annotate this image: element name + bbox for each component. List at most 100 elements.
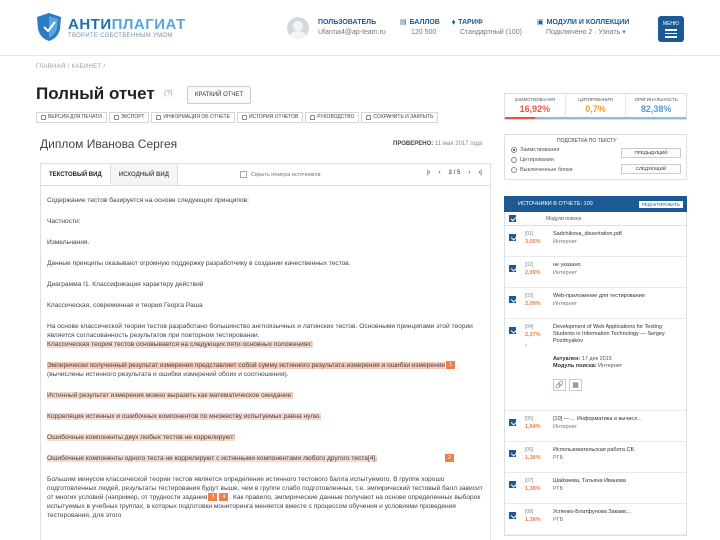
logo-name-light: ПЛАГИАТ <box>111 15 186 33</box>
stat-citations[interactable]: ЦИТИРОВАНИЯ 0,7% <box>566 94 627 117</box>
antiplagiat-logo[interactable]: АНТИПЛАГИАТ ТВОРИТЕ СОБСТВЕННЫМ УМОМ <box>36 12 186 42</box>
hide-source-numbers-label: Скрыть номера источников <box>250 171 321 178</box>
save-close-button[interactable]: СОХРАНИТЬ И ЗАКРЫТЬ <box>361 112 439 123</box>
borrowed-fragment[interactable]: Ошибочные компоненты двух любых тестов н… <box>47 434 236 441</box>
link-icon[interactable]: 🔗 <box>553 379 566 391</box>
guide-label: РУКОВОДСТВО <box>317 114 355 120</box>
source-id: [06] <box>525 447 534 453</box>
source-id: [08] <box>525 509 534 515</box>
source-checkbox[interactable] <box>509 481 516 488</box>
last-page-button[interactable]: ›| <box>478 170 482 176</box>
source-row[interactable]: [05] 1,64% [10] — ... Информатика и вычи… <box>505 411 686 442</box>
source-name[interactable]: Sadchikova_dissertation.pdf <box>553 231 673 238</box>
radio-dot[interactable] <box>511 147 517 153</box>
source-checkbox[interactable] <box>509 450 516 457</box>
source-row-expanded[interactable]: [04] 2,37% ‹ Development of Web Applicat… <box>505 319 686 411</box>
hide-source-numbers-checkbox[interactable] <box>239 171 247 178</box>
first-page-button[interactable]: |‹ <box>427 170 431 176</box>
source-checkbox[interactable] <box>509 234 516 241</box>
tab-source-view[interactable]: ИСХОДНЫЙ ВИД <box>110 164 178 185</box>
borrowed-fragment[interactable]: Истинный результат измерения можно выраз… <box>47 392 294 399</box>
page-indicator[interactable]: 2 / 5 <box>449 170 461 176</box>
checked-date: ПРОВЕРЕНО: 11 мая 2017 года <box>393 141 482 147</box>
source-checkbox[interactable] <box>509 419 516 426</box>
source-row[interactable]: [01] 3,05% Sadchikova_dissertation.pdf И… <box>505 226 686 257</box>
source-row[interactable]: [06] 1,38% Использовательская работа СБ … <box>505 442 686 473</box>
source-name[interactable]: Использовательская работа СБ <box>553 447 673 454</box>
source-name[interactable]: [10] — ... Информатика и вычисл... <box>553 416 673 423</box>
stats-bar <box>504 117 687 120</box>
source-checkbox[interactable] <box>509 296 516 303</box>
plan-icon: ⬧ <box>452 19 456 26</box>
radio-borrowings[interactable]: Заимствования <box>511 147 559 153</box>
modules-label: МОДУЛИ И КОЛЛЕКЦИИ <box>546 19 630 26</box>
stat-originality-value: 82,38% <box>640 104 672 114</box>
sources-header: ИСТОЧНИКИ В ОТЧЕТЕ: 100 РЕДАКТИРОВАТЬ <box>504 196 687 212</box>
source-module-label: Модуль поиска: <box>553 363 597 369</box>
plan-block[interactable]: ⬧ ТАРИФ Стандартный (100) <box>452 18 522 38</box>
radio-disabled-blocks[interactable]: Выключенные блоки <box>511 167 573 173</box>
prev-page-button[interactable]: ‹ <box>439 170 441 176</box>
source-name[interactable]: Успенко-Блатфунова Закамс... <box>553 509 673 516</box>
collapse-chevron-icon[interactable]: ‹ <box>525 343 527 349</box>
source-name[interactable]: Шайхиева, Татьяна Иванова <box>553 478 673 485</box>
document-text: Содержание тестов базируется на основе с… <box>41 186 490 520</box>
source-marker[interactable]: 1 <box>446 361 455 370</box>
source-module: Интернет <box>553 270 577 276</box>
borrowed-fragment[interactable]: Ошибочные компоненты одного теста не кор… <box>47 455 378 462</box>
source-row[interactable]: [03] 2,09% Web-приложение для тестирован… <box>505 288 686 319</box>
source-marker[interactable]: 3 <box>208 493 218 502</box>
source-marker[interactable]: 4 <box>219 493 229 502</box>
next-button[interactable]: СЛЕДУЮЩИЙ <box>621 164 681 174</box>
breadcrumb[interactable]: ГЛАВНАЯ / КАБИНЕТ / <box>36 64 105 70</box>
radio-label: Выключенные блоки <box>520 167 573 173</box>
guide-button[interactable]: РУКОВОДСТВО <box>305 112 360 123</box>
borrowed-fragment[interactable]: Корреляция истинных и ошибочных компонен… <box>47 413 321 420</box>
user-block[interactable]: ПОЛЬЗОВАТЕЛЬ Ufarma4@ap-team.ru <box>318 18 386 38</box>
stat-borrowings[interactable]: ЗАИМСТВОВАНИЯ 16,92% <box>505 94 566 117</box>
borrowed-fragment[interactable]: Эмпирически полученный результат измерен… <box>47 362 445 369</box>
source-meta: Актуален: 17 дек 2015 Модуль поиска: Инт… <box>553 356 622 370</box>
page-title: Полный отчет <box>36 84 155 103</box>
source-name[interactable]: Development of Web Applications for Test… <box>553 324 673 345</box>
source-checkbox[interactable] <box>509 265 516 272</box>
menu-button[interactable]: МЕНЮ <box>658 16 684 42</box>
source-name[interactable]: не указано <box>553 262 673 269</box>
source-marker[interactable]: 2 <box>445 454 454 462</box>
source-date-label: Актуален: <box>553 356 581 362</box>
document-icon[interactable]: ▦ <box>569 379 582 391</box>
radio-dot[interactable] <box>511 157 517 163</box>
source-row[interactable]: [02] 2,09% не указано Интернет <box>505 257 686 288</box>
document-title: Диплом Иванова Сергея <box>40 137 178 151</box>
radio-citations[interactable]: Цитирования <box>511 157 554 163</box>
borrowed-fragment[interactable]: Классическая теория тестов основывается … <box>47 341 313 348</box>
source-module: РГБ <box>553 517 564 523</box>
help-link[interactable]: (?) <box>164 90 173 97</box>
next-page-button[interactable]: › <box>468 170 470 176</box>
document-tabs: ТЕКСТОВЫЙ ВИД ИСХОДНЫЙ ВИД Скрыть номера… <box>41 164 490 186</box>
radio-dot[interactable] <box>511 167 517 173</box>
search-modules-column[interactable]: Модули поиска <box>546 216 581 222</box>
edit-sources-button[interactable]: РЕДАКТИРОВАТЬ <box>638 200 683 208</box>
print-version-button[interactable]: ВЕРСИЯ ДЛЯ ПЕЧАТИ <box>36 112 107 123</box>
stat-originality[interactable]: ОРИГИНАЛЬНОСТЬ 82,38% <box>626 94 686 117</box>
column-checkbox[interactable] <box>509 215 516 222</box>
modules-block[interactable]: ▣ МОДУЛИ И КОЛЛЕКЦИИ Подключено 2 · Узнат… <box>537 18 629 38</box>
report-info-button[interactable]: ИНФОРМАЦИЯ ОБ ОТЧЕТЕ <box>151 112 235 123</box>
export-button[interactable]: ЭКСПОРТ <box>108 112 150 123</box>
source-row[interactable]: [07] 1,38% Шайхиева, Татьяна Иванова РГБ <box>505 473 686 504</box>
previous-button[interactable]: ПРЕДЫДУЩИЙ <box>621 148 681 158</box>
hide-source-numbers-toggle[interactable]: Скрыть номера источников <box>239 164 321 185</box>
doc-paragraph: Частности: <box>47 218 81 225</box>
save-close-label: СОХРАНИТЬ И ЗАКРЫТЬ <box>373 114 434 120</box>
source-checkbox[interactable] <box>509 327 516 334</box>
user-avatar[interactable] <box>287 17 309 39</box>
brief-report-button[interactable]: КРАТКИЙ ОТЧЕТ <box>187 86 252 104</box>
tab-text-view[interactable]: ТЕКСТОВЫЙ ВИД <box>41 164 111 185</box>
plan-label: ТАРИФ <box>458 19 483 26</box>
checked-label: ПРОВЕРЕНО: <box>393 141 434 147</box>
source-row[interactable]: [08] 1,38% Успенко-Блатфунова Закамс... … <box>505 504 686 535</box>
report-history-button[interactable]: ИСТОРИЯ ОТЧЕТОВ <box>236 112 304 123</box>
source-name[interactable]: Web-приложение для тестирования <box>553 293 673 300</box>
source-checkbox[interactable] <box>509 512 516 519</box>
